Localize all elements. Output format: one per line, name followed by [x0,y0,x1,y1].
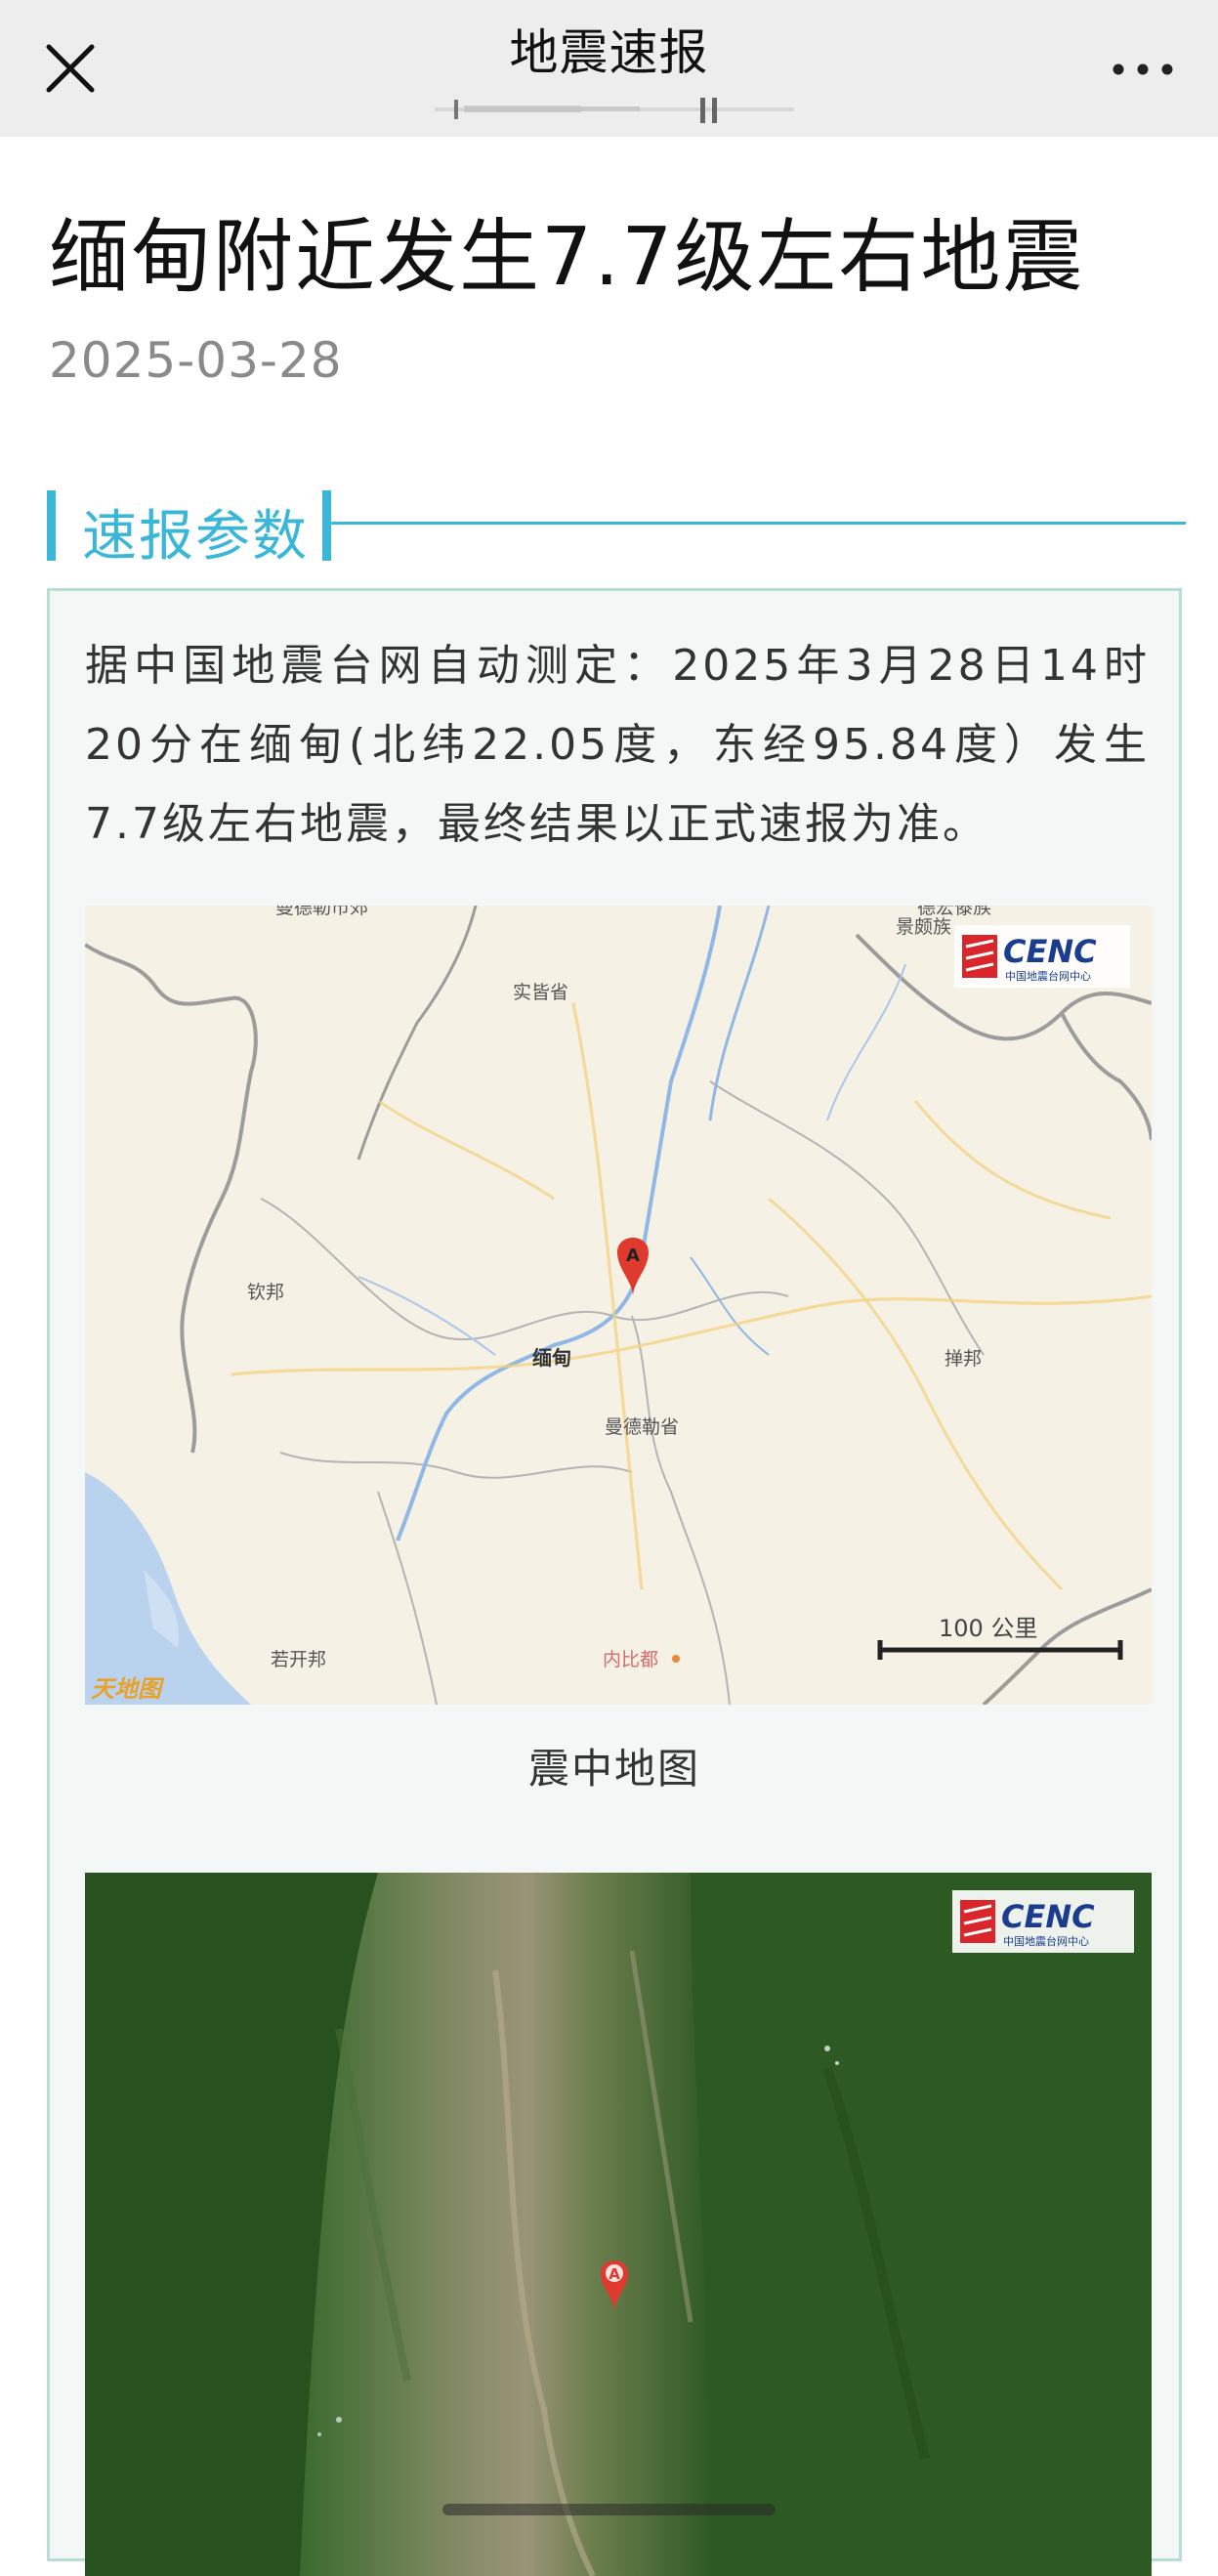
top-nav-bar: 地震速报 [0,0,1218,137]
section-bar-left [47,490,56,561]
nav-title: 地震速报 [509,24,709,81]
loading-waveform-icon [435,98,794,123]
marker-label: A [626,1246,640,1266]
report-text: 据中国地震台网自动测定：2025年3月28日14时20分在缅甸(北纬22.05度… [85,641,1150,849]
map-label-naypyidaw: 内比都 [603,1649,658,1670]
map-label-shan: 掸邦 [945,1348,982,1370]
map-label-top-left: 曼德勒市郊 [275,906,368,918]
map-label-mandalay: 曼德勒省 [605,1416,679,1438]
map-label-top-right-2: 景颇族 [896,916,951,938]
section-divider-line [331,522,1186,525]
map-label-myanmar: 缅甸 [532,1346,571,1370]
map-label-sagaing: 实皆省 [513,982,568,1003]
cenc-logo-text: CENC [1003,933,1097,970]
tianditu-logo-icon: 天地图 [91,1675,165,1703]
more-horizontal-icon [1113,63,1173,75]
map-label-chin: 钦邦 [247,1282,284,1303]
map-scale-label: 100 公里 [939,1615,1037,1642]
cenc-logo-subtext: 中国地震台网中心 [1005,969,1091,983]
map-label-rakhine: 若开邦 [271,1649,326,1670]
epicenter-map[interactable]: 曼德勒市郊 德宏傣族 景颇族 实皆省 钦邦 缅甸 掸邦 曼德勒省 若开邦 内比都… [85,906,1152,1705]
satellite-cenc-logo-icon: CENC 中国地震台网中心 [952,1890,1134,1953]
cenc-logo-icon: CENC 中国地震台网中心 [954,925,1130,988]
article-date: 2025-03-28 [49,332,343,389]
article-title: 缅甸附近发生7.7级左右地震 [49,211,1085,304]
satellite-cenc-logo-text: CENC [1001,1898,1095,1935]
satellite-cenc-logo-subtext: 中国地震台网中心 [1003,1934,1089,1948]
satellite-map[interactable]: A CENC 中国地震台网中心 [85,1873,1152,2576]
section-bar-right [322,490,331,561]
report-card: 据中国地震台网自动测定：2025年3月28日14时20分在缅甸(北纬22.05度… [47,588,1182,2576]
satellite-marker-label: A [609,2265,620,2283]
map-caption: 震中地图 [527,1745,700,1793]
home-indicator[interactable] [442,2504,776,2515]
more-button[interactable] [1099,35,1187,104]
section-heading: 速报参数 [47,488,1186,569]
section-label: 速报参数 [82,505,309,569]
